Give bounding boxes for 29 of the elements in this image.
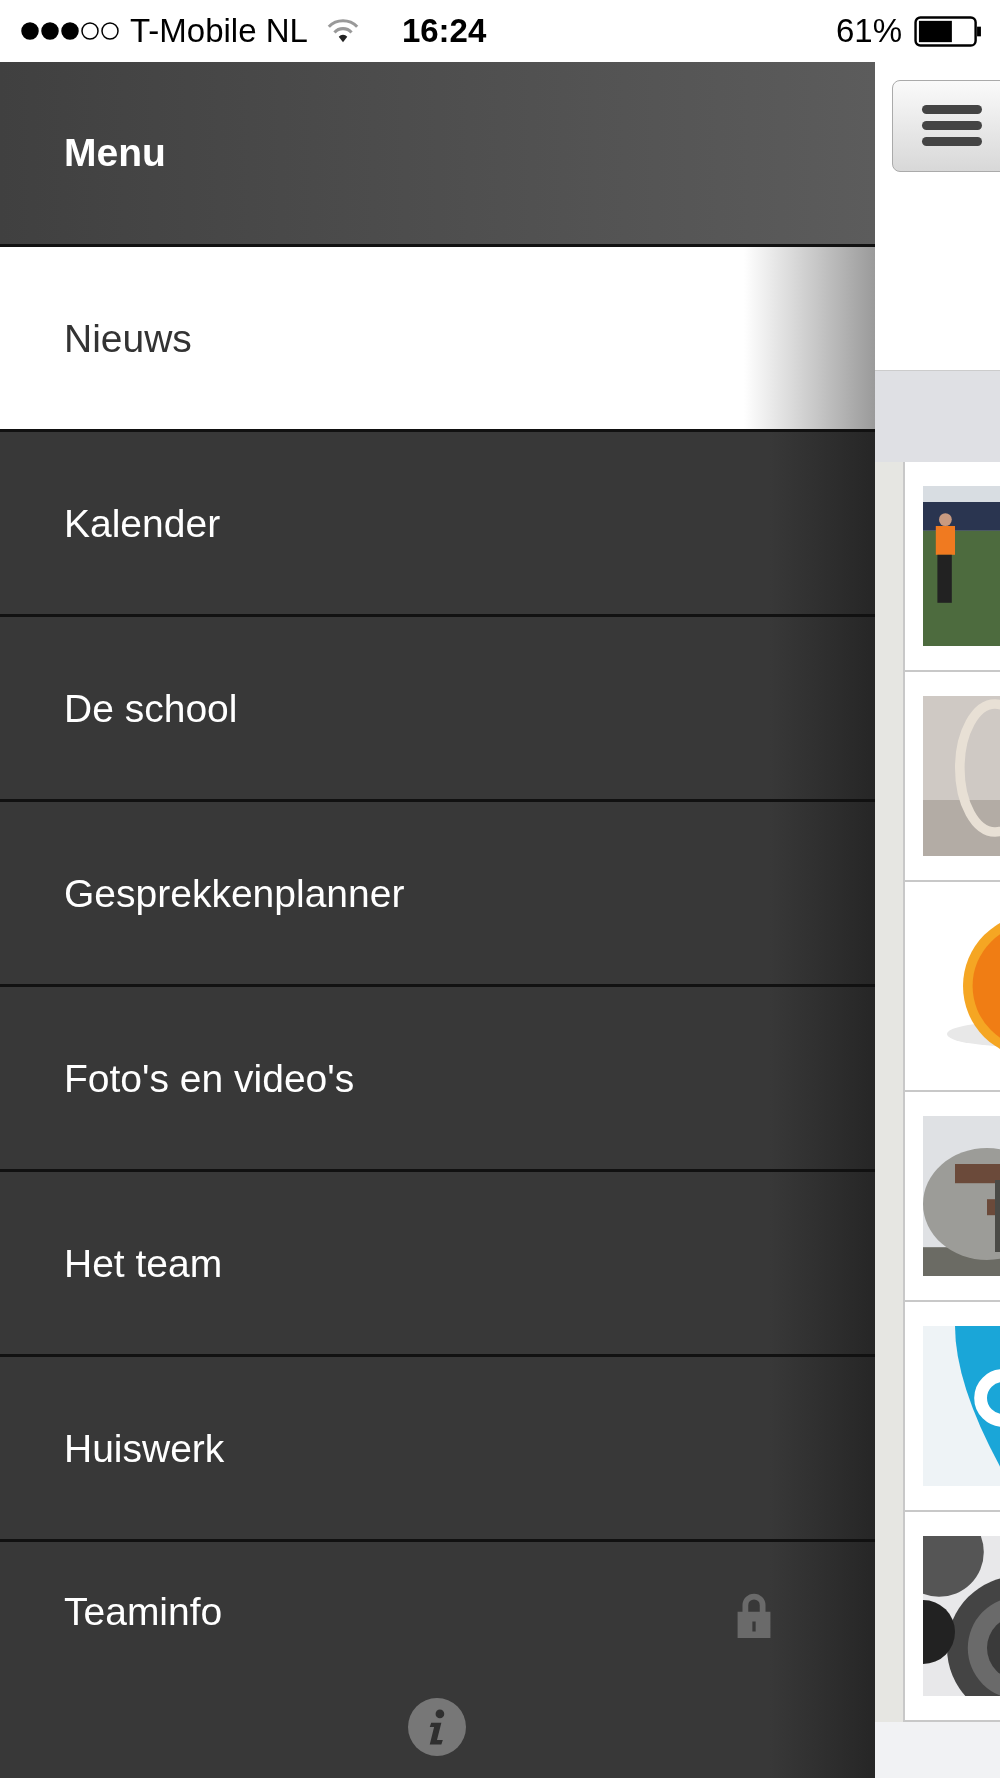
menu-item[interactable]: De school	[0, 617, 875, 802]
menu-title: Menu	[64, 129, 166, 176]
menu-item[interactable]: Het team	[0, 1172, 875, 1357]
news-card[interactable]	[903, 462, 1000, 672]
menu-item-label: Het team	[64, 1243, 223, 1283]
menu-button[interactable]	[892, 80, 1000, 172]
menu-item-label: Nieuws	[64, 318, 192, 358]
menu-item[interactable]: Foto's en video's	[0, 987, 875, 1172]
menu-item-label: Foto's en video's	[64, 1058, 355, 1098]
menu-item[interactable]: Teaminfo	[0, 1542, 875, 1778]
clock-time: 16:24	[401, 11, 487, 52]
menu-item-label: Huiswerk	[64, 1428, 225, 1468]
menu-item-label: De school	[64, 688, 238, 728]
wifi-icon	[325, 18, 360, 44]
menu-item[interactable]: Nieuws	[0, 247, 875, 432]
menu-icon	[921, 103, 983, 149]
menu-item-label: Gesprekkenplanner	[64, 873, 405, 913]
news-card[interactable]	[903, 1092, 1000, 1302]
menu-item[interactable]: Gesprekkenplanner	[0, 802, 875, 987]
menu-item-label: Teaminfo	[64, 1592, 223, 1631]
menu-item-label: Kalender	[64, 503, 221, 543]
menu-item[interactable]: Huiswerk	[0, 1357, 875, 1542]
news-card[interactable]	[903, 1512, 1000, 1722]
carrier-name: T-Mobile NL	[130, 11, 308, 52]
battery-percentage: 61%	[835, 11, 902, 52]
info-icon[interactable]	[408, 1698, 466, 1756]
signal-icon	[18, 21, 122, 41]
battery-icon	[914, 15, 982, 47]
menu-item[interactable]: Kalender	[0, 432, 875, 617]
